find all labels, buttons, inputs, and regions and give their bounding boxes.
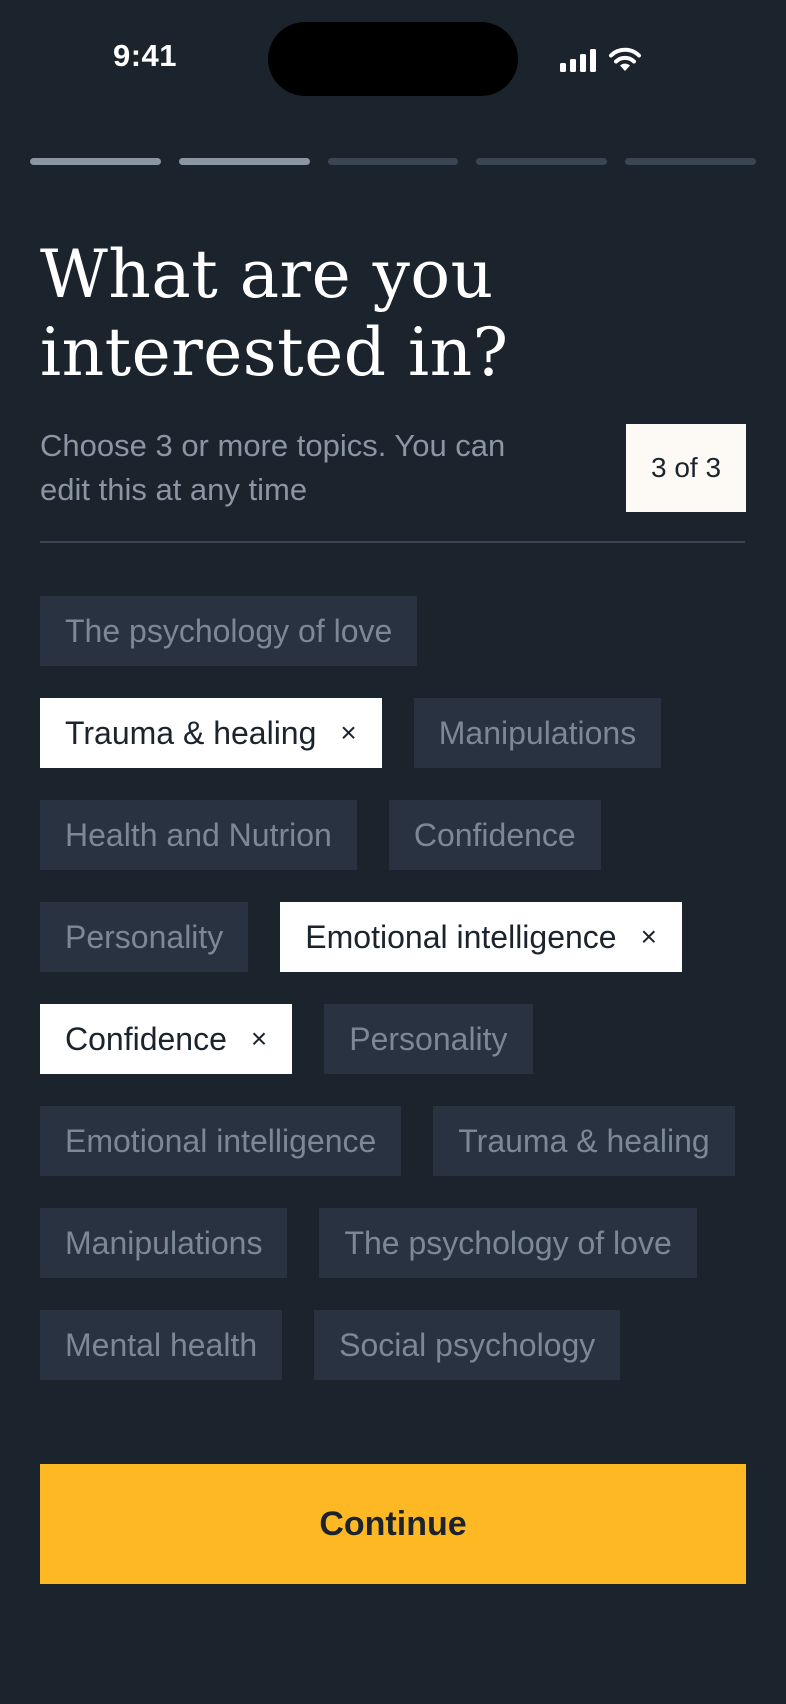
- topic-chip[interactable]: Personality: [40, 902, 249, 972]
- wifi-icon: [609, 47, 641, 71]
- topic-chip-label: Confidence: [65, 1020, 227, 1057]
- topic-chip-label: Health and Nutrion: [65, 816, 332, 853]
- selection-counter-badge: 3 of 3: [626, 424, 746, 512]
- status-icons: [560, 44, 642, 72]
- onboarding-progress: [30, 158, 756, 165]
- topic-chip[interactable]: Confidence: [388, 800, 601, 870]
- topic-chip[interactable]: Social psychology: [314, 1310, 621, 1380]
- topic-chip-label: Mental health: [65, 1326, 258, 1363]
- topic-chip[interactable]: Emotional intelligence: [40, 1106, 402, 1176]
- remove-icon[interactable]: ×: [641, 923, 657, 951]
- topic-chip[interactable]: Mental health: [40, 1310, 283, 1380]
- topic-chip[interactable]: Health and Nutrion: [40, 800, 357, 870]
- topic-chip-list: The psychology of love Trauma & healing × M…: [40, 596, 760, 1466]
- topic-chip-label: Trauma & healing: [65, 714, 317, 751]
- remove-icon[interactable]: ×: [251, 1025, 267, 1053]
- topic-chip-label: Manipulations: [438, 714, 637, 751]
- topic-chip-label: Emotional intelligence: [65, 1122, 377, 1159]
- topic-chip-label: Personality: [349, 1020, 508, 1057]
- status-time: 9:41: [112, 38, 178, 73]
- dynamic-island: [268, 22, 518, 96]
- topic-chip-label: Emotional intelligence: [305, 918, 617, 955]
- topic-chip-selected[interactable]: Trauma & healing ×: [40, 698, 382, 768]
- topic-chip[interactable]: Trauma & healing: [433, 1106, 735, 1176]
- progress-segment: [625, 158, 756, 165]
- topic-chip-label: The psychology of love: [344, 1224, 672, 1261]
- topic-chip-label: Confidence: [413, 816, 576, 853]
- progress-segment: [476, 158, 608, 165]
- continue-button[interactable]: Continue: [40, 1464, 746, 1584]
- progress-segment: [30, 158, 161, 165]
- topic-chip[interactable]: Personality: [324, 1004, 533, 1074]
- topic-chip-selected[interactable]: Emotional intelligence ×: [280, 902, 682, 972]
- topic-chip[interactable]: The psychology of love: [319, 1208, 697, 1278]
- page-subtitle: Choose 3 or more topics. You can edit th…: [40, 428, 506, 507]
- divider: [40, 541, 745, 543]
- topic-chip[interactable]: Manipulations: [413, 698, 662, 768]
- topic-chip-label: Personality: [65, 918, 224, 955]
- progress-segment: [327, 158, 459, 165]
- topic-chip-selected[interactable]: Confidence ×: [40, 1004, 293, 1074]
- topic-chip[interactable]: The psychology of love: [40, 596, 418, 666]
- topic-chip-label: Trauma & healing: [458, 1122, 710, 1159]
- topic-chip-label: The psychology of love: [65, 612, 393, 649]
- cellular-signal-icon: [560, 48, 596, 72]
- status-bar: 9:41: [0, 0, 786, 110]
- remove-icon[interactable]: ×: [340, 719, 356, 747]
- progress-segment: [178, 158, 310, 165]
- topic-chip[interactable]: Manipulations: [40, 1208, 288, 1278]
- topic-chip-label: Manipulations: [65, 1224, 263, 1261]
- topic-chip-label: Social psychology: [339, 1326, 596, 1363]
- page-title: What are you interested in?: [40, 236, 509, 391]
